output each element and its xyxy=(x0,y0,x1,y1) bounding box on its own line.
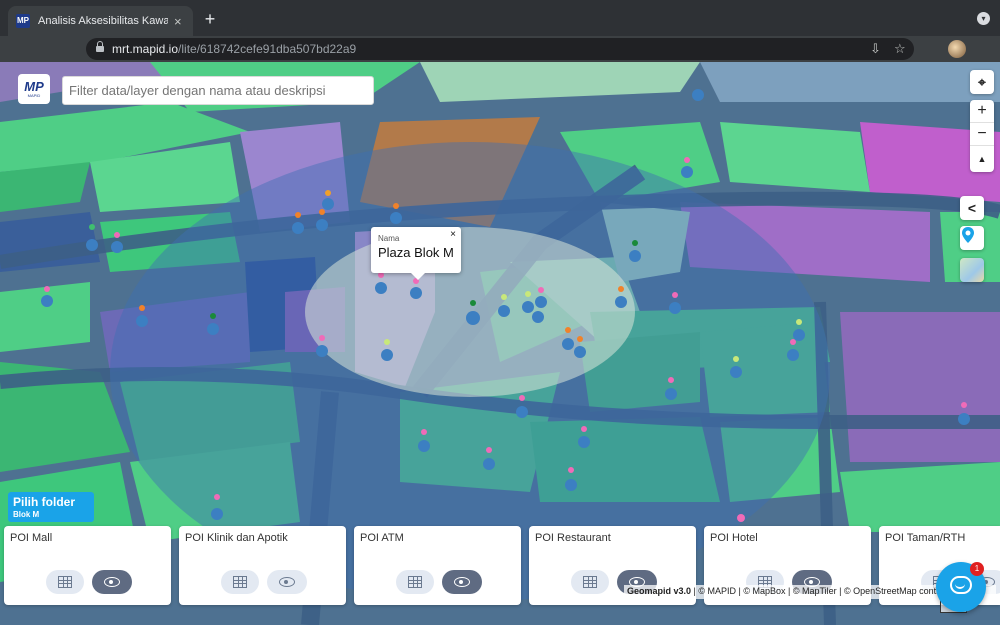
map-pin-icon xyxy=(962,227,974,243)
url-text[interactable]: mrt.mapid.io/lite/618742cefe91dba507bd22… xyxy=(112,42,356,56)
chat-widget-button[interactable]: 1 xyxy=(936,562,986,612)
toggle-visibility-button[interactable] xyxy=(442,570,482,594)
layer-card-title: POI Hotel xyxy=(710,532,758,544)
zoom-out-button[interactable]: − xyxy=(970,123,994,146)
eye-icon xyxy=(279,577,295,587)
browser-tab-bar: MP Analisis Aksesibilitas Kawasan × + ▾ xyxy=(0,0,1000,36)
table-icon xyxy=(583,576,597,588)
eye-icon xyxy=(454,577,470,587)
layer-filter-input[interactable] xyxy=(62,76,374,105)
layer-card-poi-atm: POI ATM xyxy=(354,526,521,605)
layer-card-title: POI Restaurant xyxy=(535,532,611,544)
geolocate-button[interactable]: ⌖ xyxy=(970,70,994,94)
map-canvas[interactable]: MP MAPID ⌖ + − ▲ < Nama Plaza Blok M × P… xyxy=(0,62,1000,625)
layer-card-poi-klinik-apotik: POI Klinik dan Apotik xyxy=(179,526,346,605)
folder-title: Pilih folder xyxy=(13,495,76,509)
mapid-favicon-icon: MP xyxy=(16,14,30,28)
toggle-visibility-button[interactable] xyxy=(92,570,132,594)
logo-mark: MP xyxy=(24,79,44,94)
zoom-controls: + − ▲ xyxy=(970,100,994,172)
table-icon xyxy=(58,576,72,588)
basemap-switcher-button[interactable] xyxy=(960,258,984,282)
map-pin-button[interactable] xyxy=(960,226,984,250)
new-tab-button[interactable]: + xyxy=(200,9,220,29)
folder-selector[interactable]: Pilih folder Blok M xyxy=(8,492,94,522)
tab-search-icon[interactable]: ▾ xyxy=(977,12,990,25)
lock-icon[interactable] xyxy=(96,41,104,53)
popup-value: Plaza Blok M xyxy=(378,245,454,260)
layer-card-title: POI Klinik dan Apotik xyxy=(185,532,288,544)
omnibox[interactable]: mrt.mapid.io/lite/618742cefe91dba507bd22… xyxy=(86,38,914,60)
zoom-in-button[interactable]: + xyxy=(970,100,994,123)
attribute-table-button[interactable] xyxy=(46,570,84,594)
chat-badge: 1 xyxy=(970,562,984,576)
layer-card-title: POI Mall xyxy=(10,532,53,544)
collapse-panel-button[interactable]: < xyxy=(960,196,984,220)
attribute-table-button[interactable] xyxy=(221,570,259,594)
layer-card-title: POI Taman/RTH xyxy=(885,532,966,544)
close-tab-icon[interactable]: × xyxy=(174,14,182,29)
layer-card-title: POI ATM xyxy=(360,532,404,544)
toggle-visibility-button[interactable] xyxy=(267,570,307,594)
logo-subtitle: MAPID xyxy=(27,93,41,98)
eye-icon xyxy=(104,577,120,587)
browser-tab[interactable]: MP Analisis Aksesibilitas Kawasan × xyxy=(8,6,193,36)
close-popup-icon[interactable]: × xyxy=(450,229,456,240)
popup-label: Nama xyxy=(378,234,400,243)
feature-popup: Nama Plaza Blok M × xyxy=(371,227,461,280)
address-bar: mrt.mapid.io/lite/618742cefe91dba507bd22… xyxy=(0,36,1000,62)
folder-subtitle: Blok M xyxy=(13,510,40,519)
table-icon xyxy=(233,576,247,588)
attribute-table-button[interactable] xyxy=(571,570,609,594)
tab-title: Analisis Aksesibilitas Kawasan xyxy=(38,15,168,27)
compass-button[interactable]: ▲ xyxy=(970,146,994,172)
mapid-logo[interactable]: MP MAPID xyxy=(18,74,50,104)
attribute-table-button[interactable] xyxy=(396,570,434,594)
bookmark-star-icon[interactable]: ☆ xyxy=(894,41,906,57)
crosshair-icon: ⌖ xyxy=(978,73,986,90)
chat-bubble-icon xyxy=(950,576,972,594)
install-app-icon[interactable]: ⇩ xyxy=(870,41,881,57)
layer-card-poi-mall: POI Mall xyxy=(4,526,171,605)
table-icon xyxy=(408,576,422,588)
profile-avatar[interactable] xyxy=(948,40,966,58)
